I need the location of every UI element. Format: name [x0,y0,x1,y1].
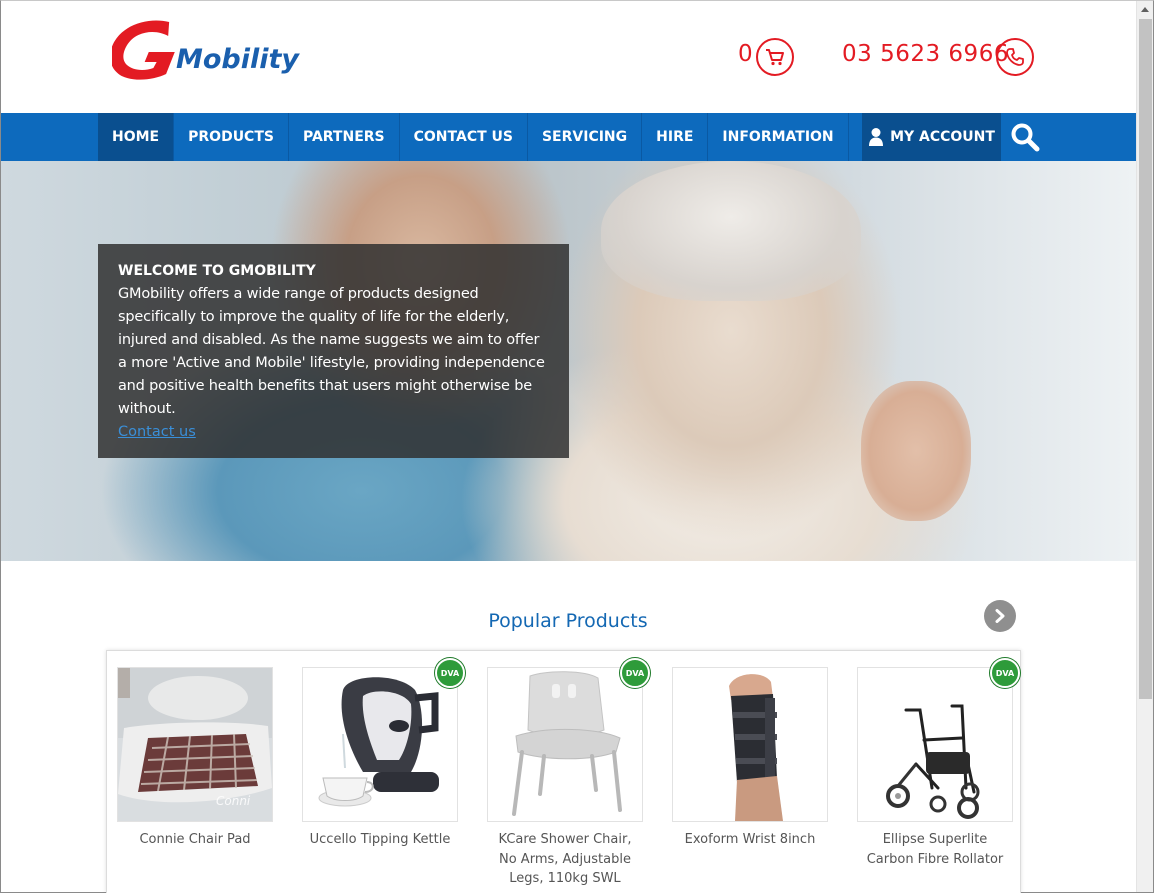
my-account-button[interactable]: MY ACCOUNT [862,113,1001,161]
product-name[interactable]: Connie Chair Pad [117,830,273,850]
chevron-right-icon [995,609,1005,623]
welcome-title: WELCOME TO GMOBILITY [118,263,316,279]
hero-banner: WELCOME TO GMOBILITY GMobility offers a … [1,161,1136,561]
search-icon[interactable] [1007,121,1043,153]
nav-item-hire[interactable]: HIRE [642,113,709,161]
cart-count[interactable]: 0 [738,41,753,67]
hero-photo-detail [861,381,971,521]
popular-products-title: Popular Products [488,610,648,632]
product-name[interactable]: Uccello Tipping Kettle [302,830,458,850]
welcome-text: GMobility offers a wide range of product… [118,286,545,417]
product-card[interactable]: DVA Ellipse Superlite Carbon Fibre Rolla… [857,658,1020,869]
dva-badge: DVA [435,658,465,688]
my-account-label: MY ACCOUNT [890,129,995,145]
product-card[interactable]: DVA KCare Shower Chair, No Arms, Adjusta… [487,658,650,889]
cart-icon[interactable] [756,38,794,76]
product-card[interactable]: Conni Connie Chair Pad [117,667,273,850]
nav-item-servicing[interactable]: SERVICING [528,113,643,161]
product-name[interactable]: KCare Shower Chair, No Arms, Adjustable … [487,830,643,889]
product-carousel: Conni Connie Chair Pad DVA Uccello Tippi… [106,650,1021,893]
scroll-up-arrow-icon[interactable] [1137,1,1153,18]
dva-badge: DVA [990,658,1020,688]
product-image[interactable]: DVA [487,658,650,822]
product-card[interactable]: Exoform Wrist 8inch [672,667,828,850]
nav-item-contact-us[interactable]: CONTACT US [400,113,528,161]
nav-item-home[interactable]: HOME [98,113,175,161]
logo-wordmark: Mobility [176,44,300,75]
product-image[interactable]: DVA [857,658,1020,822]
product-card[interactable]: DVA Uccello Tipping Kettle [302,658,465,850]
gmobility-logo[interactable]: Mobility [112,18,322,86]
contact-us-link[interactable]: Contact us [118,421,549,444]
main-navbar: HOME PRODUCTS PARTNERS CONTACT US SERVIC… [1,113,1136,161]
nav-list: HOME PRODUCTS PARTNERS CONTACT US SERVIC… [98,113,849,161]
nav-item-partners[interactable]: PARTNERS [289,113,400,161]
phone-number[interactable]: 03 5623 6966 [842,41,1009,67]
scrollbar-thumb[interactable] [1139,19,1152,699]
carousel-next-button[interactable] [984,600,1016,632]
product-image[interactable]: Conni [117,667,273,822]
product-name[interactable]: Exoform Wrist 8inch [672,830,828,850]
hero-photo-detail [601,161,861,301]
product-image[interactable] [672,667,828,822]
product-image[interactable]: DVA [302,658,465,822]
nav-item-information[interactable]: INFORMATION [708,113,849,161]
user-icon [869,128,884,146]
vertical-scrollbar[interactable] [1136,1,1153,892]
phone-icon[interactable] [996,38,1034,76]
image-watermark: Conni [216,794,251,808]
welcome-panel: WELCOME TO GMOBILITY GMobility offers a … [98,244,569,458]
dva-badge: DVA [620,658,650,688]
nav-item-products[interactable]: PRODUCTS [174,113,289,161]
product-name[interactable]: Ellipse Superlite Carbon Fibre Rollator [857,830,1013,869]
